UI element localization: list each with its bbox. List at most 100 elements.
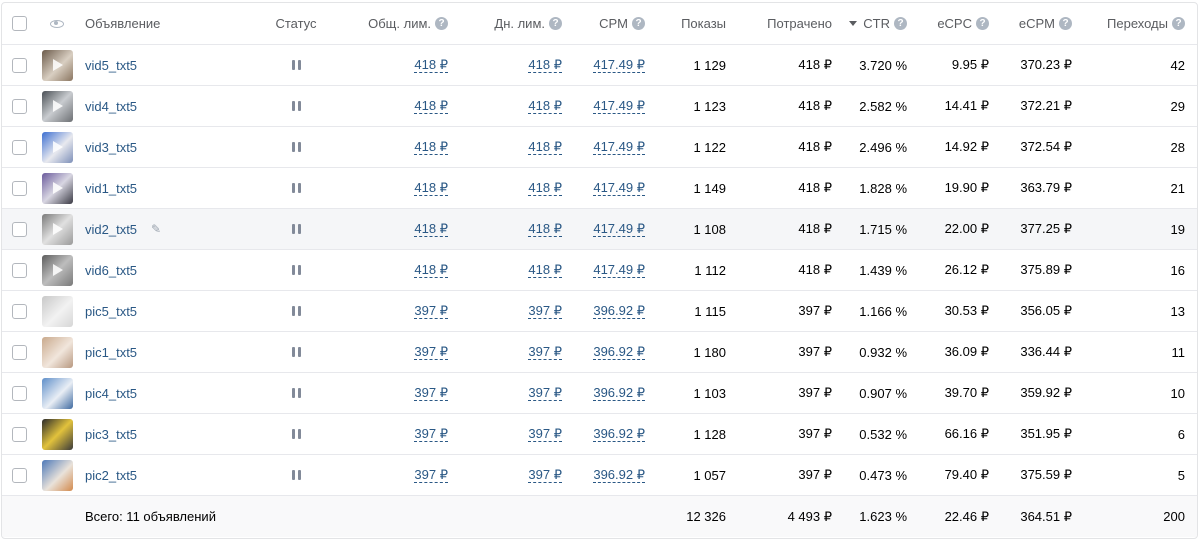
col-ecpm[interactable]: eCPM? [997,3,1072,44]
total-limit-link[interactable]: 418 ₽ [414,180,448,196]
daily-limit-link[interactable]: 397 ₽ [528,467,562,483]
help-icon[interactable]: ? [549,17,562,30]
pause-icon[interactable] [288,455,304,495]
cpm-link[interactable]: 417.49 ₽ [593,98,645,114]
pause-icon[interactable] [288,127,304,167]
ad-name-link[interactable]: vid6_txt5 [85,263,137,278]
col-daily-limit[interactable]: Дн. лим.? [462,3,562,44]
daily-limit-link[interactable]: 418 ₽ [528,180,562,196]
daily-limit-link[interactable]: 397 ₽ [528,426,562,442]
ad-name-link[interactable]: pic1_txt5 [85,345,137,360]
cpm-link[interactable]: 396.92 ₽ [593,385,645,401]
pause-icon[interactable] [288,250,304,290]
daily-limit-link[interactable]: 418 ₽ [528,57,562,73]
cpm-link[interactable]: 417.49 ₽ [593,57,645,73]
col-ad[interactable]: Объявление [85,3,160,44]
row-checkbox[interactable] [12,467,27,483]
ad-thumbnail[interactable] [42,213,73,245]
select-all-checkbox[interactable] [12,16,27,31]
daily-limit-link[interactable]: 418 ₽ [528,98,562,114]
ad-thumbnail[interactable] [42,254,73,286]
ad-thumbnail[interactable] [42,459,73,491]
ad-thumbnail[interactable] [42,295,73,327]
total-limit-link[interactable]: 397 ₽ [414,303,448,319]
cpm-link[interactable]: 417.49 ₽ [593,262,645,278]
daily-limit-link[interactable]: 397 ₽ [528,303,562,319]
ad-thumbnail[interactable] [42,172,73,204]
cpm-link[interactable]: 396.92 ₽ [593,467,645,483]
row-checkbox[interactable] [12,98,27,114]
total-limit-link[interactable]: 397 ₽ [414,385,448,401]
daily-limit-link[interactable]: 418 ₽ [528,262,562,278]
col-ctr[interactable]: CTR? [837,3,907,44]
help-icon[interactable]: ? [1059,17,1072,30]
col-total-limit[interactable]: Общ. лим.? [332,3,448,44]
daily-limit-link[interactable]: 397 ₽ [528,385,562,401]
help-icon[interactable]: ? [894,17,907,30]
daily-limit-link[interactable]: 418 ₽ [528,221,562,237]
total-limit-link[interactable]: 418 ₽ [414,57,448,73]
total-limit-link[interactable]: 397 ₽ [414,467,448,483]
col-cpm[interactable]: CPM? [572,3,645,44]
help-icon[interactable]: ? [976,17,989,30]
row-checkbox[interactable] [12,344,27,360]
ad-thumbnail[interactable] [42,49,73,81]
row-checkbox[interactable] [12,139,27,155]
ad-name-link[interactable]: pic3_txt5 [85,427,137,442]
pause-icon[interactable] [288,209,304,249]
pencil-icon[interactable]: ✎ [151,222,161,236]
pause-icon[interactable] [288,414,304,454]
total-limit-link[interactable]: 418 ₽ [414,221,448,237]
cpm-link[interactable]: 417.49 ₽ [593,180,645,196]
pause-icon[interactable] [288,373,304,413]
row-checkbox[interactable] [12,180,27,196]
pause-icon[interactable] [288,168,304,208]
cpm-link[interactable]: 396.92 ₽ [593,426,645,442]
ad-name-link[interactable]: vid5_txt5 [85,58,137,73]
help-icon[interactable]: ? [632,17,645,30]
ad-thumbnail[interactable] [42,90,73,122]
ecpc-cell: 9.95 ₽ [951,57,989,72]
ad-thumbnail[interactable] [42,336,73,368]
col-spent[interactable]: Потрачено [732,3,832,44]
total-limit-link[interactable]: 397 ₽ [414,426,448,442]
eye-icon[interactable] [50,3,66,44]
col-ecpc[interactable]: eCPC? [912,3,989,44]
row-checkbox[interactable] [12,426,27,442]
ad-thumbnail[interactable] [42,418,73,450]
col-clicks[interactable]: Переходы? [1082,3,1185,44]
total-limit-link[interactable]: 418 ₽ [414,139,448,155]
ad-thumbnail[interactable] [42,377,73,409]
row-checkbox[interactable] [12,303,27,319]
col-status[interactable]: Статус [272,3,320,44]
total-limit-link[interactable]: 397 ₽ [414,344,448,360]
row-checkbox[interactable] [12,262,27,278]
help-icon[interactable]: ? [435,17,448,30]
cpm-link[interactable]: 396.92 ₽ [593,344,645,360]
row-checkbox[interactable] [12,385,27,401]
col-impressions[interactable]: Показы [652,3,726,44]
pause-icon[interactable] [288,45,304,85]
ad-name-link[interactable]: vid1_txt5 [85,181,137,196]
cpm-link[interactable]: 417.49 ₽ [593,221,645,237]
pause-icon[interactable] [288,86,304,126]
total-limit-link[interactable]: 418 ₽ [414,98,448,114]
row-checkbox[interactable] [12,221,27,237]
ad-name-link[interactable]: pic4_txt5 [85,386,137,401]
total-limit-link[interactable]: 418 ₽ [414,262,448,278]
cpm-link[interactable]: 417.49 ₽ [593,139,645,155]
ad-name-link[interactable]: vid4_txt5 [85,99,137,114]
pause-icon[interactable] [288,332,304,372]
ad-thumbnail[interactable] [42,131,73,163]
ad-name-link[interactable]: pic5_txt5 [85,304,137,319]
help-icon[interactable]: ? [1172,17,1185,30]
row-checkbox[interactable] [12,57,27,73]
daily-limit-link[interactable]: 397 ₽ [528,344,562,360]
ad-name-link[interactable]: vid3_txt5 [85,140,137,155]
cpm-link[interactable]: 396.92 ₽ [593,303,645,319]
ad-name-link[interactable]: pic2_txt5 [85,468,137,483]
daily-limit-link[interactable]: 418 ₽ [528,139,562,155]
pause-icon[interactable] [288,291,304,331]
ctr-cell: 0.532 % [859,426,907,442]
ad-name-link[interactable]: vid2_txt5 [85,222,137,237]
